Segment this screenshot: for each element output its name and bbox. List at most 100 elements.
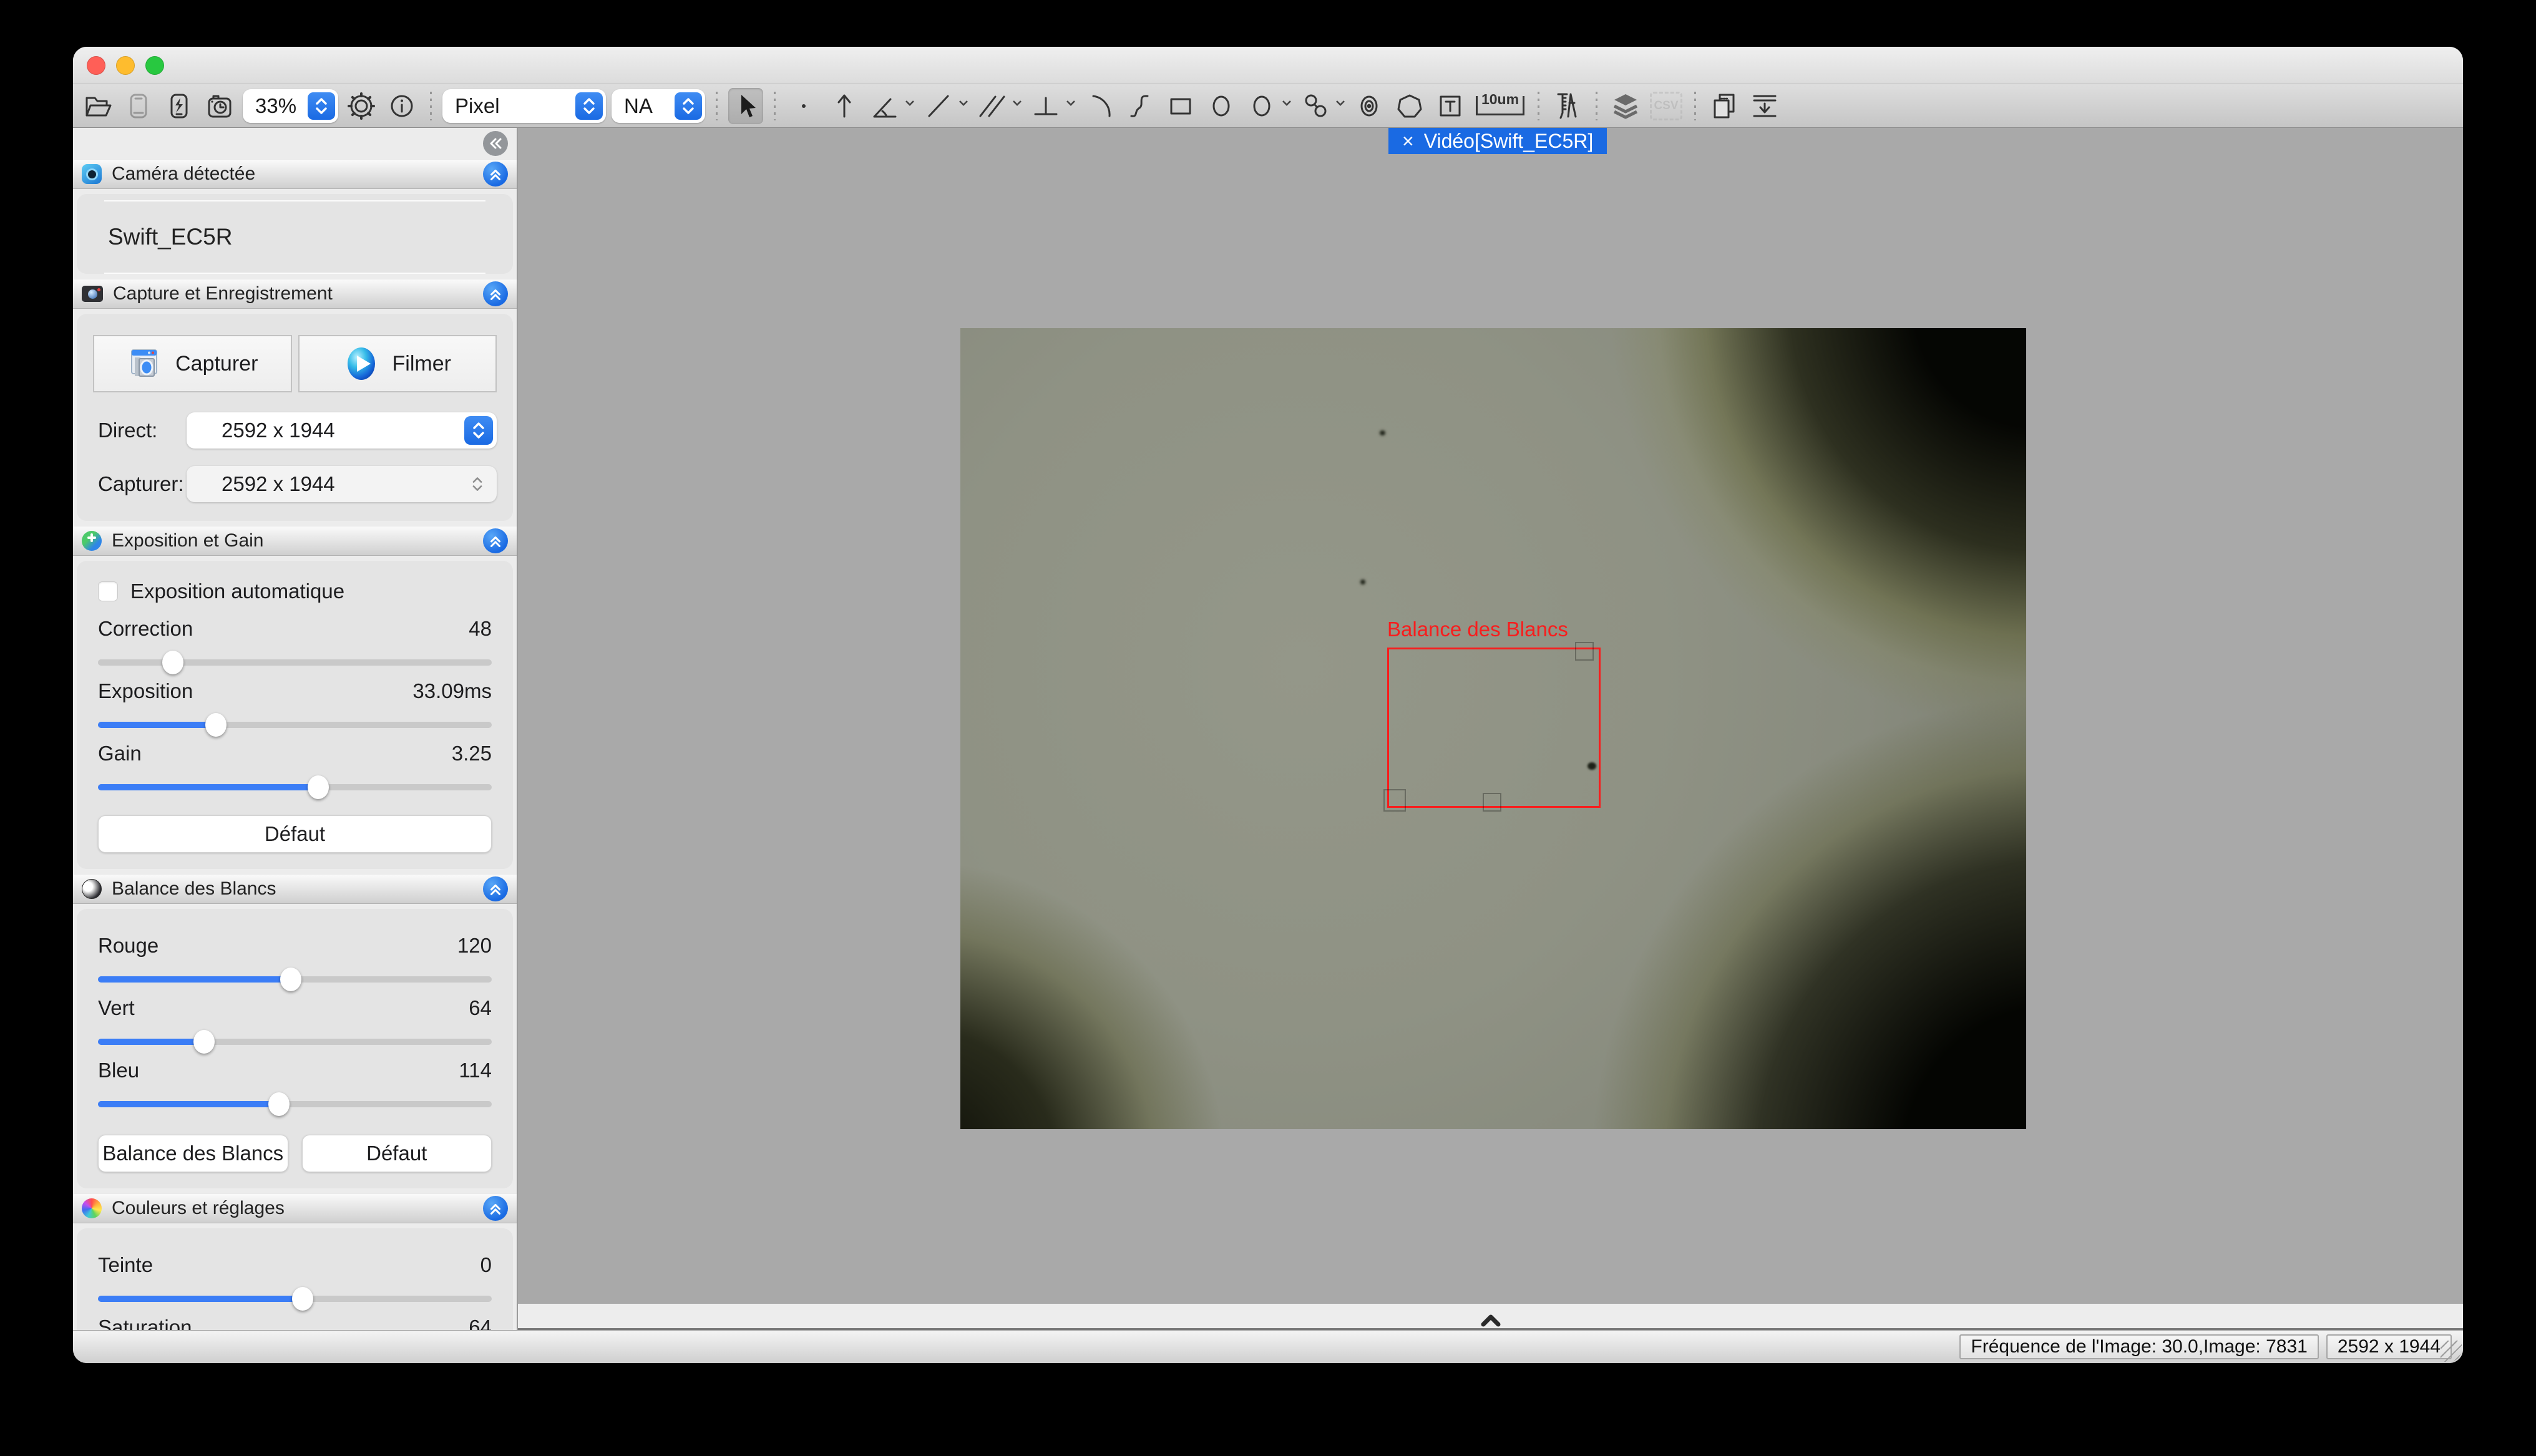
capture-timer-button[interactable] bbox=[202, 88, 237, 124]
green-slider[interactable] bbox=[98, 1039, 492, 1045]
capture-resolution-select[interactable]: 2592 x 1944 bbox=[187, 466, 497, 502]
bottom-collapse-strip bbox=[518, 1304, 2463, 1330]
settings-gear-button[interactable] bbox=[344, 88, 379, 124]
roi-resize-handle[interactable] bbox=[1575, 642, 1594, 661]
layers-tool[interactable] bbox=[1608, 88, 1643, 124]
section-header-white-balance[interactable]: Balance des Blancs bbox=[73, 874, 517, 904]
chevron-up-icon[interactable] bbox=[1478, 1312, 1503, 1328]
capture-button[interactable]: Capturer bbox=[93, 335, 292, 392]
slider-thumb[interactable] bbox=[162, 651, 183, 674]
slider-row-gain: Gain3.25 bbox=[98, 742, 492, 790]
close-window-button[interactable] bbox=[87, 56, 105, 75]
capture-button-label: Capturer bbox=[175, 352, 258, 376]
text-tool[interactable] bbox=[1433, 88, 1468, 124]
export-csv-button[interactable]: CSV bbox=[1649, 88, 1684, 124]
record-button[interactable]: Filmer bbox=[298, 335, 497, 392]
resize-grip[interactable] bbox=[2441, 1341, 2462, 1362]
double-chevron-up-icon bbox=[487, 880, 504, 898]
scalebar-tool[interactable]: 10um bbox=[1473, 88, 1527, 124]
white-balance-default-button[interactable]: Défaut bbox=[302, 1135, 492, 1172]
chevron-down-icon[interactable] bbox=[1012, 98, 1023, 114]
curve-tool[interactable] bbox=[1123, 88, 1158, 124]
info-button[interactable] bbox=[384, 88, 419, 124]
gear-icon bbox=[346, 90, 377, 122]
unit-select[interactable]: Pixel bbox=[442, 89, 606, 123]
slider-thumb[interactable] bbox=[205, 713, 227, 737]
perpendicular-tool[interactable] bbox=[1028, 88, 1063, 124]
scalebar-icon: 10um bbox=[1476, 96, 1524, 115]
exposure-default-button[interactable]: Défaut bbox=[98, 815, 492, 853]
pointer-tool[interactable] bbox=[728, 88, 763, 124]
angle-tool[interactable] bbox=[867, 88, 902, 124]
slider-thumb[interactable] bbox=[193, 1030, 215, 1054]
collapse-section-button[interactable] bbox=[483, 1196, 508, 1221]
color-wheel-icon bbox=[82, 1198, 102, 1218]
gain-slider[interactable] bbox=[98, 784, 492, 790]
section-header-camera[interactable]: Caméra détectée bbox=[73, 159, 517, 189]
export-merge-button[interactable] bbox=[1747, 88, 1782, 124]
zoom-select[interactable]: 33% bbox=[243, 89, 338, 123]
section-header-exposure[interactable]: Exposition et Gain bbox=[73, 526, 517, 556]
slider-thumb[interactable] bbox=[308, 775, 329, 799]
blue-slider[interactable] bbox=[98, 1101, 492, 1107]
quick-capture-button[interactable] bbox=[162, 88, 197, 124]
app-window: 33% Pixel NA bbox=[73, 47, 2463, 1363]
chevron-down-icon[interactable] bbox=[1065, 98, 1076, 114]
camera-lens-icon bbox=[82, 164, 102, 184]
chevron-down-icon[interactable] bbox=[1335, 98, 1346, 114]
collapse-section-button[interactable] bbox=[483, 876, 508, 901]
measure-calibrate-tool[interactable] bbox=[1550, 88, 1585, 124]
ellipse-tool[interactable] bbox=[1204, 88, 1239, 124]
hue-slider[interactable] bbox=[98, 1296, 492, 1302]
slider-thumb[interactable] bbox=[268, 1092, 290, 1116]
minimize-window-button[interactable] bbox=[116, 56, 135, 75]
circle-tool[interactable] bbox=[1244, 88, 1279, 124]
section-title: Caméra détectée bbox=[112, 163, 473, 185]
video-tab[interactable]: × Vidéo[Swift_EC5R] bbox=[1388, 128, 1607, 154]
open-file-button[interactable] bbox=[80, 88, 115, 124]
sidebar-collapse-button[interactable] bbox=[483, 131, 508, 156]
point-tool[interactable] bbox=[786, 88, 821, 124]
red-slider[interactable] bbox=[98, 976, 492, 983]
save-button[interactable] bbox=[121, 88, 156, 124]
section-header-colors[interactable]: Couleurs et réglages bbox=[73, 1193, 517, 1223]
collapse-section-button[interactable] bbox=[483, 281, 508, 306]
collapse-section-button[interactable] bbox=[483, 162, 508, 187]
record-button-label: Filmer bbox=[393, 352, 451, 376]
slider-thumb[interactable] bbox=[292, 1287, 313, 1311]
live-video-frame[interactable]: Balance des Blancs bbox=[960, 328, 2026, 1129]
white-balance-button[interactable]: Balance des Blancs bbox=[98, 1135, 288, 1172]
live-resolution-select[interactable]: 2592 x 1944 bbox=[187, 412, 497, 449]
double-chevron-up-icon bbox=[487, 1200, 504, 1217]
correction-slider[interactable] bbox=[98, 659, 492, 666]
chevron-down-icon[interactable] bbox=[958, 98, 969, 114]
section-header-capture[interactable]: Capture et Enregistrement bbox=[73, 279, 517, 309]
two-circles-tool[interactable] bbox=[1298, 88, 1333, 124]
roi-resize-handle[interactable] bbox=[1483, 793, 1501, 812]
parallel-lines-tool[interactable] bbox=[975, 88, 1010, 124]
concentric-circles-tool[interactable] bbox=[1352, 88, 1387, 124]
white-balance-roi[interactable] bbox=[1387, 648, 1601, 808]
na-select[interactable]: NA bbox=[612, 89, 705, 123]
toolbar-separator bbox=[774, 92, 776, 120]
chevron-down-icon[interactable] bbox=[904, 98, 915, 114]
close-tab-icon[interactable]: × bbox=[1402, 130, 1414, 153]
camera-list-item[interactable]: Swift_EC5R bbox=[104, 200, 485, 274]
line-tool[interactable] bbox=[921, 88, 956, 124]
duplicate-button[interactable] bbox=[1707, 88, 1742, 124]
polygon-tool[interactable] bbox=[1392, 88, 1427, 124]
zoom-window-button[interactable] bbox=[145, 56, 164, 75]
capture-panel: Capturer Filmer bbox=[77, 314, 513, 521]
chevron-down-icon[interactable] bbox=[1281, 98, 1292, 114]
arc-tool[interactable] bbox=[1082, 88, 1117, 124]
auto-exposure-row[interactable]: Exposition automatique bbox=[98, 580, 492, 603]
auto-exposure-checkbox[interactable] bbox=[98, 581, 118, 601]
roi-resize-handle[interactable] bbox=[1383, 789, 1406, 812]
rectangle-tool[interactable] bbox=[1163, 88, 1198, 124]
slider-thumb[interactable] bbox=[280, 968, 301, 991]
arrow-tool[interactable] bbox=[827, 88, 862, 124]
camera-timer-icon bbox=[204, 90, 235, 122]
exposure-slider[interactable] bbox=[98, 722, 492, 728]
slider-row-saturation: Saturation64 bbox=[98, 1316, 492, 1330]
collapse-section-button[interactable] bbox=[483, 528, 508, 553]
